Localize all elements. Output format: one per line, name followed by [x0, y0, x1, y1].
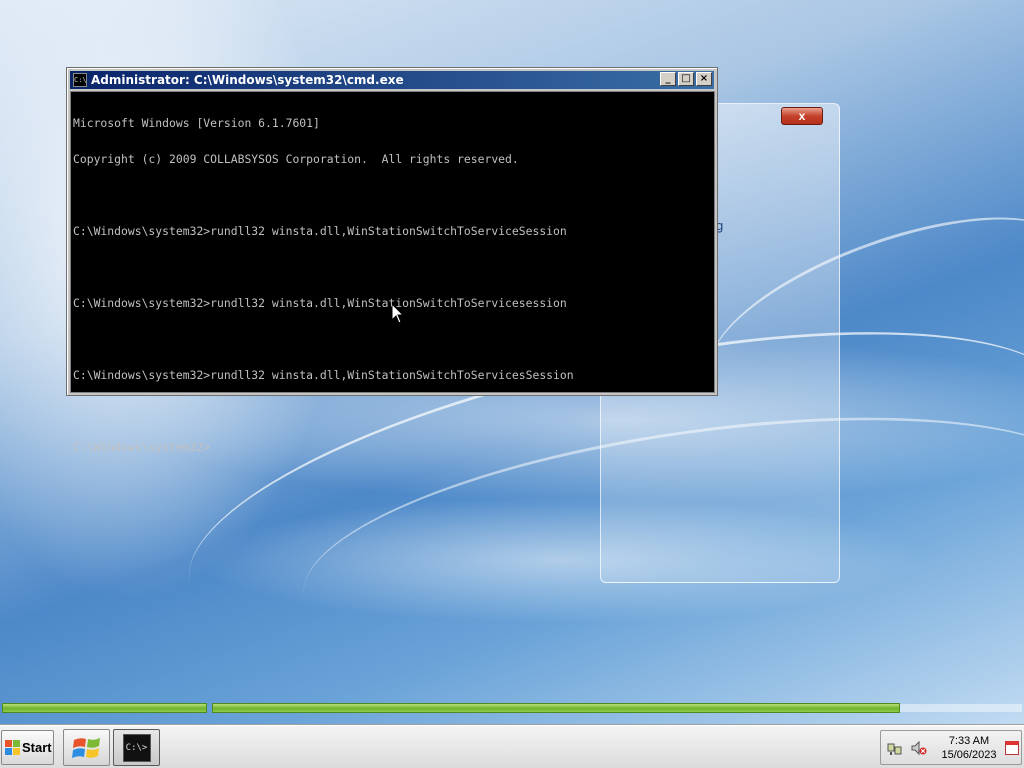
cmd-window-title: Administrator: C:\Windows\system32\cmd.e…	[91, 73, 404, 87]
mouse-pointer-icon	[392, 304, 404, 324]
taskbar: Start C:\> 7:33 AM 15/06/2023	[0, 725, 1024, 768]
clock-time: 7:33 AM	[948, 735, 990, 747]
window-controls: _ □ ×	[660, 72, 712, 86]
console-prompt[interactable]: C:\Windows\system32>	[73, 441, 574, 453]
maximize-button[interactable]: □	[678, 72, 694, 86]
cmd-taskbar[interactable]: C:\>	[113, 729, 160, 766]
volume-muted-icon[interactable]	[911, 740, 927, 756]
minimize-button[interactable]: _	[660, 72, 676, 86]
background-dialog-close-button[interactable]: x	[781, 107, 823, 125]
console-line: Copyright (c) 2009 COLLABSYSOS Corporati…	[73, 152, 519, 166]
progress-bar	[0, 701, 1024, 715]
explorer-pinned[interactable]	[63, 729, 110, 766]
progress-segment	[2, 703, 207, 713]
windows-logo-icon	[71, 737, 100, 758]
system-tray: 7:33 AM 15/06/2023	[880, 730, 1022, 765]
progress-segment	[212, 703, 900, 713]
clock[interactable]: 7:33 AM 15/06/2023	[933, 734, 1005, 762]
cmd-window[interactable]: C:\ Administrator: C:\Windows\system32\c…	[66, 67, 718, 453]
console-line: C:\Windows\system32>rundll32 winsta.dll,…	[73, 224, 567, 238]
cmd-titlebar[interactable]: C:\ Administrator: C:\Windows\system32\c…	[70, 71, 714, 89]
console-line: C:\Windows\system32>rundll32 winsta.dll,…	[73, 296, 567, 310]
console-text: Microsoft Windows [Version 6.1.7601] Cop…	[73, 93, 574, 477]
network-icon[interactable]	[887, 740, 903, 756]
progress-track	[900, 704, 1022, 712]
console-line: C:\Windows\system32>rundll32 winsta.dll,…	[73, 368, 574, 382]
console-line: Microsoft Windows [Version 6.1.7601]	[73, 116, 320, 130]
cmd-icon: C:\	[73, 73, 87, 87]
cmd-icon: C:\>	[122, 733, 151, 762]
calendar-icon[interactable]	[1005, 741, 1019, 755]
start-button[interactable]: Start	[1, 730, 54, 765]
start-label: Start	[22, 740, 52, 755]
console-output[interactable]: Microsoft Windows [Version 6.1.7601] Cop…	[70, 91, 715, 453]
windows-logo-icon	[5, 740, 20, 755]
close-button[interactable]: ×	[696, 72, 712, 86]
clock-date: 15/06/2023	[941, 749, 997, 761]
